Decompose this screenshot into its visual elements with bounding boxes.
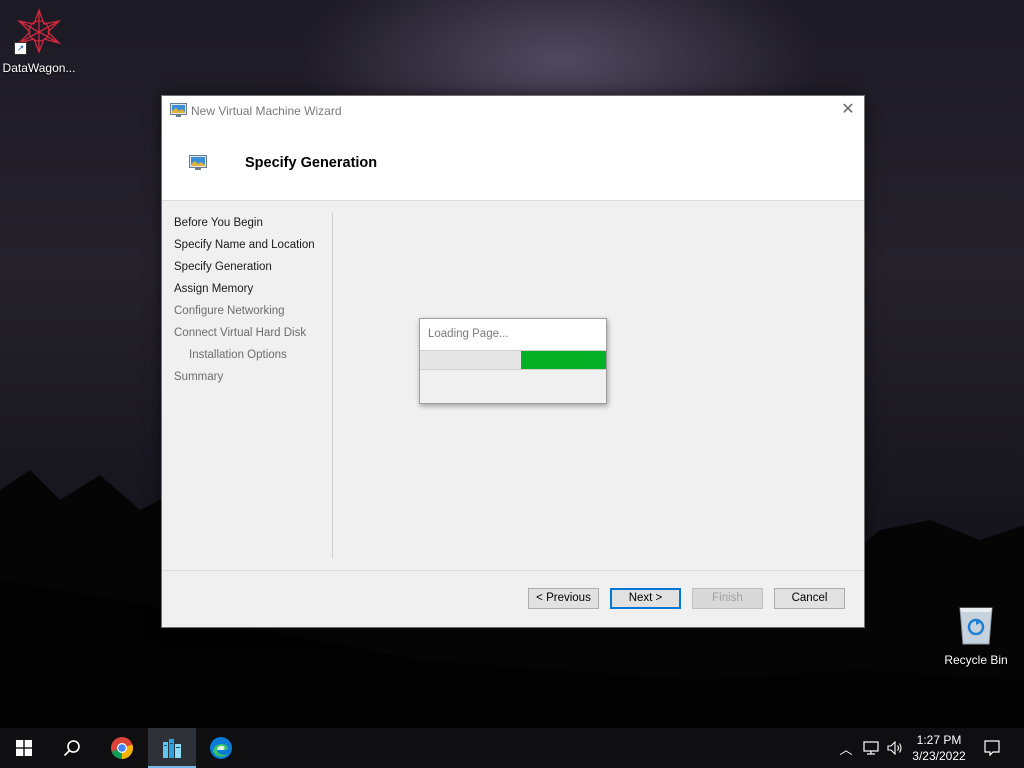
- loading-dialog: Loading Page...: [419, 318, 607, 404]
- search-button[interactable]: [48, 728, 96, 768]
- taskbar: ︿ 1:27 PM 3/23/2022: [0, 728, 1024, 768]
- step-installation-options: Installation Options: [189, 349, 287, 361]
- network-icon: [863, 741, 879, 755]
- desktop-icon-datawagon[interactable]: ↗ DataWagon...: [0, 8, 78, 75]
- show-hidden-icons-button[interactable]: ︿: [836, 728, 856, 768]
- next-button[interactable]: Next >: [610, 588, 681, 609]
- loading-header: Loading Page...: [420, 319, 606, 350]
- notification-icon: [984, 740, 1000, 756]
- loading-progress-bar: [420, 350, 606, 370]
- chrome-icon: [111, 737, 133, 759]
- start-button[interactable]: [0, 728, 48, 768]
- wizard-steps: Before You Begin Specify Name and Locati…: [174, 215, 334, 391]
- step-connect-virtual-hard-disk: Connect Virtual Hard Disk: [174, 327, 307, 339]
- virtual-machine-icon: [170, 103, 187, 117]
- title-bar[interactable]: New Virtual Machine Wizard ✕: [162, 96, 864, 126]
- step-summary: Summary: [174, 371, 224, 383]
- step-before-you-begin[interactable]: Before You Begin: [174, 215, 334, 237]
- edge-icon: [210, 737, 232, 759]
- volume-icon: [887, 741, 902, 755]
- chevron-up-icon: ︿: [839, 741, 853, 757]
- steps-divider: [332, 213, 333, 558]
- step-assign-memory[interactable]: Assign Memory: [174, 281, 334, 303]
- previous-button[interactable]: < Previous: [528, 588, 599, 609]
- volume-tray-button[interactable]: [884, 728, 906, 768]
- footer-divider: [162, 570, 864, 571]
- loading-text: Loading Page...: [428, 328, 509, 340]
- taskbar-clock[interactable]: 1:27 PM 3/23/2022: [904, 732, 974, 764]
- step-specify-generation[interactable]: Specify Generation: [174, 259, 334, 281]
- shortcut-arrow-icon: ↗: [14, 42, 27, 55]
- desktop-icon-recycle-bin[interactable]: Recycle Bin: [940, 602, 1012, 667]
- virtual-machine-icon: [189, 155, 207, 170]
- desktop-icon-label: Recycle Bin: [944, 653, 1008, 667]
- action-center-button[interactable]: [978, 728, 1006, 768]
- close-icon: ✕: [841, 101, 855, 118]
- network-tray-button[interactable]: [860, 728, 882, 768]
- start-icon: [16, 740, 32, 756]
- window-title: New Virtual Machine Wizard: [191, 104, 342, 118]
- desktop-icon-label: DataWagon...: [2, 61, 76, 75]
- page-title: Specify Generation: [245, 155, 378, 171]
- server-manager-icon: [163, 739, 181, 758]
- loading-progress-fill: [521, 351, 606, 369]
- server-manager-taskbar-button[interactable]: [148, 728, 196, 768]
- recycle-bin-icon: [959, 607, 993, 645]
- close-button[interactable]: ✕: [832, 96, 864, 126]
- edge-taskbar-button[interactable]: [197, 728, 245, 768]
- clock-date: 3/23/2022: [912, 749, 966, 763]
- cancel-button[interactable]: Cancel: [774, 588, 845, 609]
- chrome-taskbar-button[interactable]: [98, 728, 146, 768]
- finish-button: Finish: [692, 588, 763, 609]
- step-configure-networking: Configure Networking: [174, 305, 285, 317]
- clock-time: 1:27 PM: [916, 733, 962, 747]
- search-icon: [63, 740, 80, 757]
- wizard-header: Specify Generation: [162, 126, 864, 201]
- step-specify-name-location[interactable]: Specify Name and Location: [174, 237, 334, 259]
